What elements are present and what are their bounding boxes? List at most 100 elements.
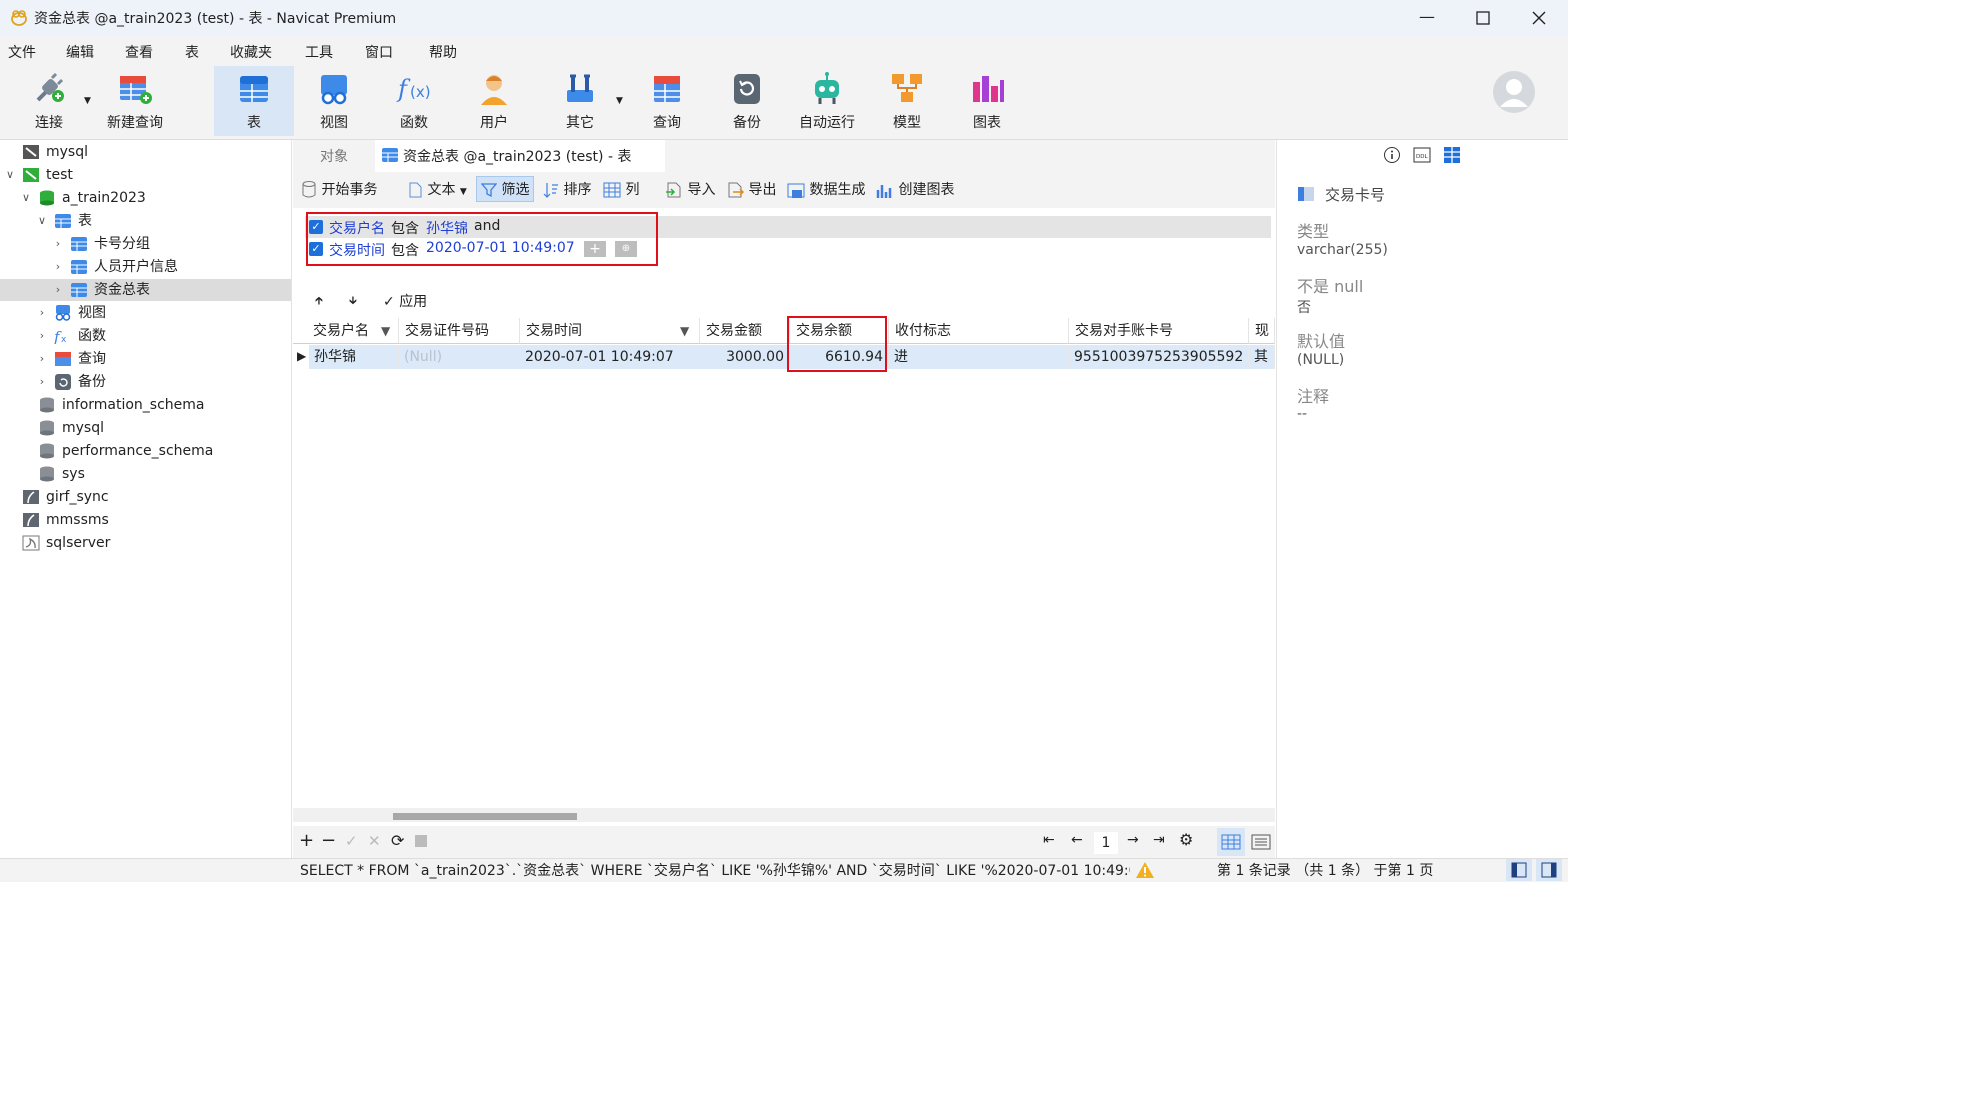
chevron-right-icon[interactable]: › [36, 348, 48, 370]
tree-item-card-group[interactable]: › 卡号分组 [0, 233, 291, 255]
menu-table[interactable]: 表 [185, 42, 199, 62]
warning-icon[interactable] [1135, 860, 1155, 880]
table-cell[interactable]: 孙华锦 [309, 345, 399, 369]
column-header[interactable]: 交易时间 ▼ [520, 318, 700, 344]
function-button[interactable]: f (x) 函数 [378, 66, 450, 136]
auto-run-button[interactable]: 自动运行 [790, 66, 864, 136]
stop-icon[interactable] [415, 835, 427, 847]
table-cell[interactable]: (Null) [399, 345, 520, 369]
tree-item-account-info[interactable]: › 人员开户信息 [0, 256, 291, 278]
chart-button[interactable]: 图表 [952, 66, 1022, 136]
tree-item-views[interactable]: › 视图 [0, 302, 291, 324]
connect-button[interactable]: 连接 [14, 66, 84, 136]
first-page-icon[interactable]: ⇤ [1043, 832, 1055, 848]
tree-item-tables[interactable]: ∨ 表 [0, 210, 291, 232]
menu-window[interactable]: 窗口 [365, 42, 393, 62]
tree-item-backups[interactable]: › 备份 [0, 371, 291, 393]
refresh-icon[interactable]: ⟳ [391, 831, 404, 850]
minimize-button[interactable]: — [1412, 4, 1442, 32]
other-dropdown-icon[interactable]: ▼ [616, 96, 623, 106]
filter-button[interactable]: 筛选 [476, 176, 535, 202]
toggle-right-panel-button[interactable] [1536, 859, 1562, 881]
apply-filter-button[interactable]: ✓ 应用 [383, 291, 427, 311]
text-button[interactable]: 文本 ▼ [407, 177, 467, 203]
tree-item-test-connection[interactable]: ∨ test [0, 164, 291, 186]
user-button[interactable]: 用户 [458, 66, 530, 136]
tree-item-mysql-connection[interactable]: mysql [0, 141, 291, 163]
tree-item-sqlserver[interactable]: sqlserver [0, 532, 291, 554]
import-button[interactable]: 导入 [665, 177, 715, 203]
tree-item-functions[interactable]: › fx 函数 [0, 325, 291, 347]
tree-item-fund-summary[interactable]: › 资金总表 [0, 279, 291, 301]
previous-page-icon[interactable]: ← [1071, 832, 1083, 848]
next-page-icon[interactable]: → [1127, 832, 1139, 848]
table-cell[interactable]: 2020-07-01 10:49:07 [520, 345, 700, 369]
toggle-left-panel-button[interactable] [1506, 859, 1532, 881]
backup-button[interactable]: 备份 [712, 66, 782, 136]
last-page-icon[interactable]: ⇥ [1153, 832, 1165, 848]
table-cell[interactable]: 其 [1249, 345, 1275, 369]
menu-edit[interactable]: 编辑 [66, 42, 94, 62]
chevron-down-icon[interactable]: ∨ [4, 164, 16, 186]
chevron-right-icon[interactable]: › [52, 256, 64, 278]
tree-item-mysql-db[interactable]: mysql [0, 417, 291, 439]
tab-objects[interactable]: 对象 [320, 146, 348, 166]
columns-button[interactable]: 列 [603, 177, 639, 203]
form-view-button[interactable] [1247, 828, 1275, 856]
connect-dropdown-icon[interactable]: ▼ [84, 96, 91, 106]
layout-grid-icon[interactable] [1443, 146, 1461, 164]
chevron-down-icon[interactable]: ∨ [36, 210, 48, 232]
data-generation-button[interactable]: 数据生成 [787, 177, 865, 203]
chevron-down-icon[interactable]: ∨ [20, 187, 32, 209]
scrollbar-thumb[interactable] [393, 813, 577, 820]
ddl-icon[interactable]: DDL [1413, 146, 1431, 164]
model-button[interactable]: 模型 [872, 66, 942, 136]
column-header[interactable]: 收付标志 [889, 318, 1069, 344]
discard-changes-icon[interactable]: ✕ [368, 832, 381, 850]
create-chart-button[interactable]: 创建图表 [876, 177, 954, 203]
export-button[interactable]: 导出 [726, 177, 776, 203]
move-up-icon[interactable]: 🡱 [315, 292, 323, 311]
view-button[interactable]: 视图 [298, 66, 370, 136]
settings-gear-icon[interactable]: ⚙ [1179, 830, 1193, 849]
column-header[interactable]: 交易对手账卡号 [1069, 318, 1249, 344]
table-button[interactable]: 表 [214, 66, 294, 136]
menu-file[interactable]: 文件 [8, 42, 36, 62]
table-cell[interactable]: 3000.00 [700, 345, 790, 369]
info-icon[interactable] [1383, 146, 1401, 164]
menu-help[interactable]: 帮助 [429, 42, 457, 62]
column-header[interactable]: 现 [1249, 318, 1275, 344]
column-header[interactable]: 交易户名 ▼ [293, 318, 399, 344]
move-down-icon[interactable]: 🡳 [349, 292, 357, 311]
close-window-button[interactable] [1524, 4, 1554, 32]
other-button[interactable]: 其它 [545, 66, 615, 136]
tree-item-performance-schema[interactable]: performance_schema [0, 440, 291, 462]
chevron-right-icon[interactable]: › [36, 325, 48, 347]
menu-view[interactable]: 查看 [125, 42, 153, 62]
column-header[interactable]: 交易证件号码 [399, 318, 520, 344]
maximize-button[interactable] [1468, 4, 1498, 32]
table-cell[interactable]: 9551003975253905592 [1069, 345, 1249, 369]
chevron-right-icon[interactable]: › [52, 233, 64, 255]
add-record-icon[interactable]: + [299, 830, 314, 851]
new-query-button[interactable]: 新建查询 [100, 66, 170, 136]
delete-record-icon[interactable]: − [321, 830, 336, 851]
horizontal-scrollbar[interactable] [293, 808, 1275, 822]
avatar[interactable] [1492, 70, 1536, 114]
grid-view-button[interactable] [1217, 828, 1245, 856]
chevron-right-icon[interactable]: › [52, 279, 64, 301]
tab-active-table[interactable]: 资金总表 @a_train2023 (test) - 表 [375, 140, 665, 172]
tree-item-information-schema[interactable]: information_schema [0, 394, 291, 416]
tree-item-sys[interactable]: sys [0, 463, 291, 485]
page-number-input[interactable]: 1 [1094, 832, 1118, 854]
tree-item-mmssms[interactable]: mmssms [0, 509, 291, 531]
table-cell[interactable]: 进 [889, 345, 1069, 369]
query-button[interactable]: 查询 [632, 66, 702, 136]
tree-item-queries[interactable]: › 查询 [0, 348, 291, 370]
sort-button[interactable]: 排序 [543, 177, 591, 203]
menu-favorites[interactable]: 收藏夹 [230, 42, 272, 62]
chevron-right-icon[interactable]: › [36, 371, 48, 393]
menu-tools[interactable]: 工具 [305, 42, 333, 62]
column-header[interactable]: 交易金额 [700, 318, 790, 344]
begin-transaction-button[interactable]: 开始事务 [301, 177, 377, 203]
